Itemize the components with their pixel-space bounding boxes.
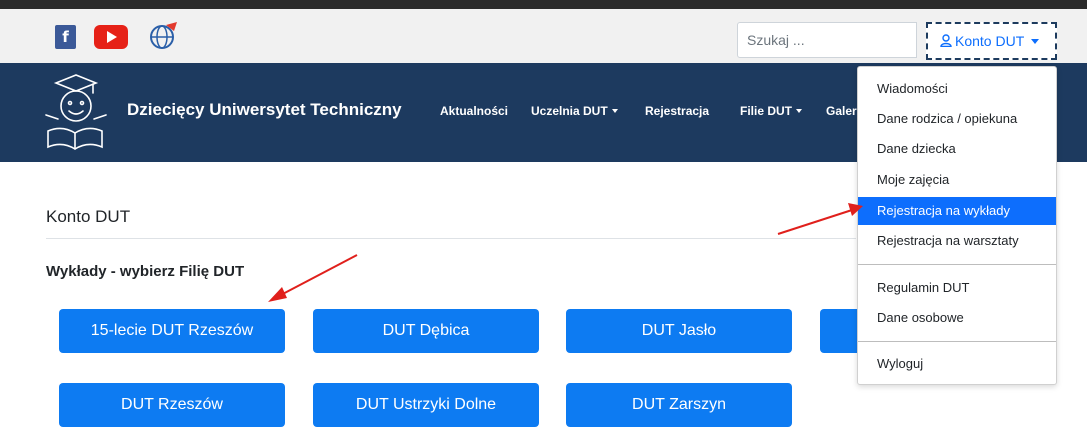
- annotation-arrows: [268, 203, 863, 302]
